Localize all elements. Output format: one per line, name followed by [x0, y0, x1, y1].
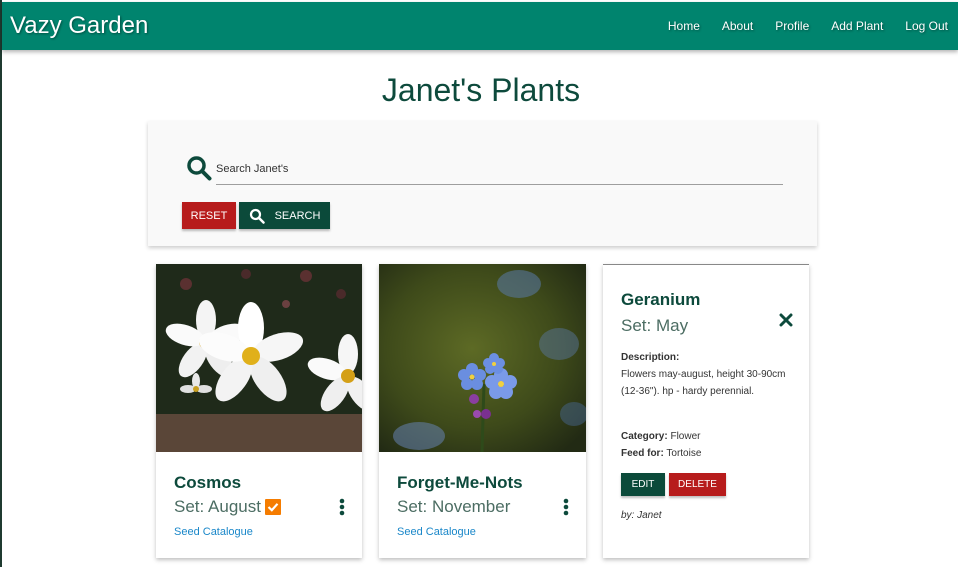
author-text: by: Janet — [621, 510, 662, 521]
feed-row: Feed for: Tortoise — [621, 445, 791, 462]
category-label: Category: — [621, 431, 668, 442]
plant-set: Set: November — [397, 497, 511, 516]
feed-label: Feed for: — [621, 448, 664, 459]
plant-title[interactable]: Cosmos — [174, 473, 241, 493]
search-button[interactable]: SEARCH — [239, 202, 330, 229]
search-input[interactable] — [216, 153, 783, 185]
navbar: Vazy Garden Home About Profile Add Plant… — [2, 2, 958, 50]
reset-button[interactable]: RESET — [182, 202, 236, 229]
delete-button[interactable]: DELETE — [669, 473, 726, 496]
nav-about[interactable]: About — [711, 19, 764, 33]
nav-profile[interactable]: Profile — [764, 19, 820, 33]
seed-catalogue-link[interactable]: Seed Catalogue — [174, 526, 253, 538]
cosmos-photo — [156, 264, 362, 452]
search-button-label: SEARCH — [274, 209, 321, 222]
page-title: Janet's Plants — [381, 72, 581, 108]
search-icon — [187, 156, 212, 181]
seed-catalogue-link[interactable]: Seed Catalogue — [397, 526, 476, 538]
plant-card-cosmos: Cosmos Set: August Seed Catalogue — [156, 264, 362, 558]
checkbox-checked-icon[interactable] — [264, 499, 281, 515]
plant-title: Geranium — [621, 290, 701, 309]
nav-log-out[interactable]: Log Out — [894, 19, 948, 33]
description-label: Description: — [621, 352, 680, 363]
nav-home[interactable]: Home — [657, 19, 711, 33]
close-icon[interactable] — [779, 313, 793, 327]
category-value: Flower — [670, 431, 701, 442]
edit-button[interactable]: EDIT — [621, 473, 665, 496]
feed-value: Tortoise — [666, 448, 702, 459]
description-text: Flowers may-august, height 30-90cm (12-3… — [621, 369, 786, 397]
search-panel: RESET SEARCH — [148, 121, 817, 246]
category-row: Category: Flower — [621, 428, 791, 445]
nav-add-plant[interactable]: Add Plant — [820, 19, 894, 33]
more-vert-icon[interactable] — [563, 498, 569, 516]
plant-set-row: Set: November — [397, 497, 510, 517]
plant-set: Set: August — [174, 497, 261, 516]
plant-image-cosmos[interactable] — [156, 264, 362, 452]
brand-logo[interactable]: Vazy Garden — [10, 12, 148, 40]
plant-card-forget-me-nots: Forget-Me-Nots Set: November Seed Catalo… — [379, 264, 586, 558]
plant-image-forget-me-nots[interactable] — [379, 264, 586, 452]
plant-set: Set: May — [621, 316, 689, 335]
description-block: Description: Flowers may-august, height … — [621, 349, 791, 400]
nav-links: Home About Profile Add Plant Log Out — [657, 19, 948, 33]
search-row — [186, 153, 783, 185]
plant-set-row: Set: August — [174, 497, 281, 517]
forget-me-nots-photo — [379, 264, 586, 452]
search-icon — [249, 208, 265, 224]
plant-title[interactable]: Forget-Me-Nots — [397, 473, 523, 493]
more-vert-icon[interactable] — [339, 498, 345, 516]
plant-card-geranium: Geranium Set: May Description: Flowers m… — [603, 264, 809, 558]
